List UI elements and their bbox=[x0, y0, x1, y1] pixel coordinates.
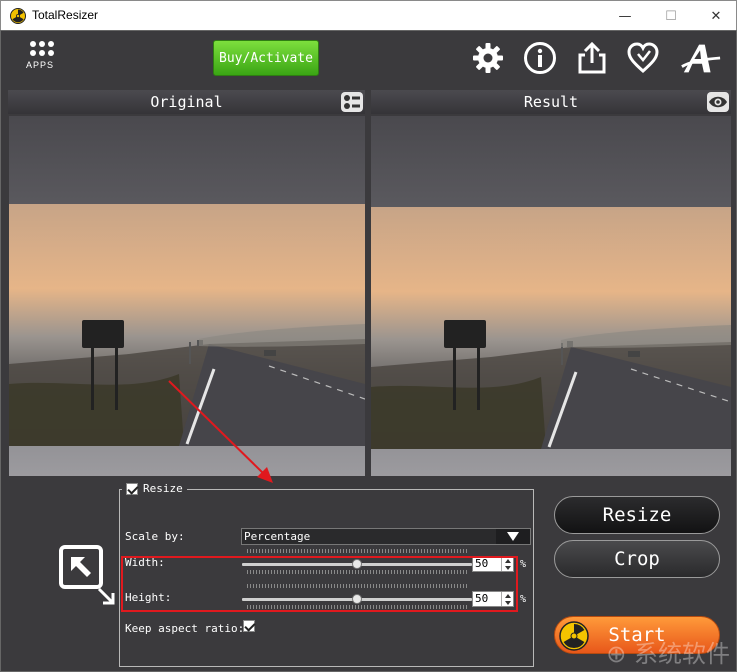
resize-button[interactable]: Resize bbox=[554, 496, 720, 534]
maximize-button[interactable]: ☐ bbox=[648, 1, 694, 31]
resize-group-legend: Resize bbox=[122, 482, 187, 495]
apps-label: APPS bbox=[25, 60, 54, 70]
watermark: ⊕ 系统软件 bbox=[606, 640, 730, 668]
buy-activate-button[interactable]: Buy/Activate bbox=[213, 40, 319, 76]
close-button[interactable]: ✕ bbox=[693, 1, 737, 31]
app-body: APPS Buy/Activate Original Result Resize… bbox=[0, 30, 737, 672]
height-unit: % bbox=[520, 594, 527, 605]
width-height-highlight-box bbox=[121, 556, 518, 612]
app-logo-icon bbox=[10, 8, 26, 24]
scale-by-value: Percentage bbox=[244, 530, 311, 543]
keep-aspect-checkbox[interactable] bbox=[243, 620, 255, 632]
preview-eye-button[interactable] bbox=[707, 92, 729, 112]
resize-group-label: Resize bbox=[143, 482, 183, 495]
font-a-icon bbox=[681, 44, 721, 73]
apps-grid-icon bbox=[30, 41, 54, 56]
crop-button[interactable]: Crop bbox=[554, 540, 720, 578]
original-title: Original bbox=[150, 93, 223, 111]
window-title: TotalResizer bbox=[32, 8, 99, 22]
minimize-button[interactable]: — bbox=[602, 1, 648, 31]
font-button[interactable] bbox=[679, 40, 723, 76]
width-unit: % bbox=[520, 559, 527, 570]
list-view-button[interactable] bbox=[341, 92, 363, 112]
radiation-icon bbox=[559, 621, 589, 651]
result-preview bbox=[371, 116, 731, 476]
heart-icon bbox=[627, 42, 659, 74]
title-bar: TotalResizer — ☐ ✕ bbox=[0, 0, 737, 30]
favorite-button[interactable] bbox=[625, 40, 661, 76]
width-slider-ticks-top bbox=[247, 549, 467, 553]
gear-icon bbox=[473, 43, 503, 73]
scale-by-dropdown[interactable]: Percentage bbox=[241, 528, 531, 545]
original-preview bbox=[9, 116, 365, 476]
diagonal-arrow-icon bbox=[71, 557, 91, 577]
info-icon bbox=[524, 42, 556, 74]
scale-by-label: Scale by: bbox=[125, 530, 185, 543]
dropdown-arrow-icon bbox=[496, 529, 530, 544]
down-right-arrow-icon bbox=[97, 587, 115, 605]
original-photo bbox=[9, 204, 365, 446]
share-icon bbox=[578, 41, 606, 74]
info-button[interactable] bbox=[522, 40, 558, 76]
result-title: Result bbox=[523, 93, 579, 111]
settings-button[interactable] bbox=[470, 40, 506, 76]
apps-button[interactable]: APPS bbox=[21, 41, 61, 77]
list-toggle-icon bbox=[344, 95, 360, 109]
share-button[interactable] bbox=[574, 40, 610, 76]
result-panel-header: Result bbox=[371, 90, 731, 114]
result-photo bbox=[371, 207, 731, 449]
resize-checkbox[interactable] bbox=[126, 482, 138, 495]
toolbar: APPS Buy/Activate bbox=[1, 31, 736, 85]
eye-icon bbox=[709, 96, 727, 108]
original-panel-header: Original bbox=[8, 90, 365, 114]
keep-aspect-label: Keep aspect ratio: bbox=[125, 622, 245, 635]
resize-corner-icon bbox=[59, 545, 103, 589]
